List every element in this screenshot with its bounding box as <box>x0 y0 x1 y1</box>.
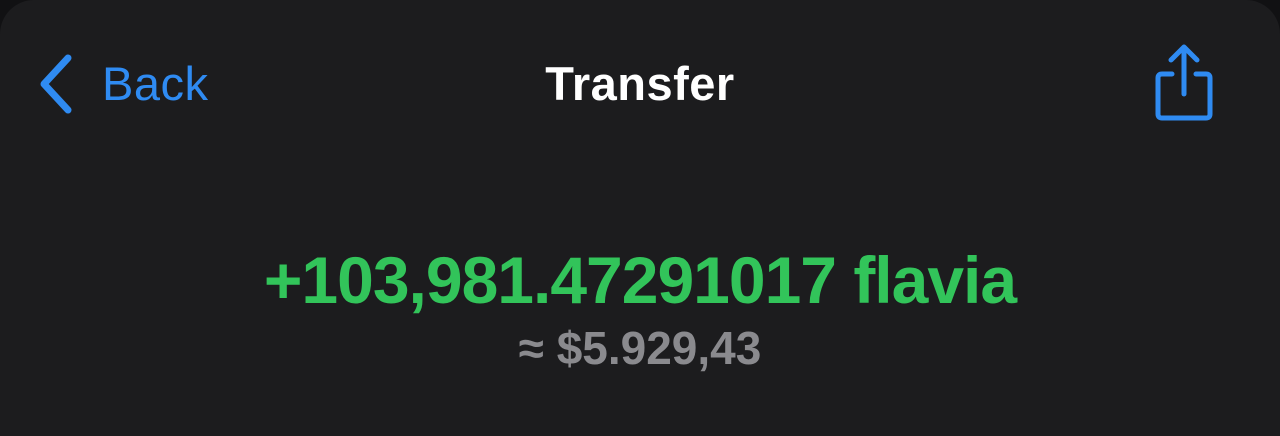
amount-value: +103,981.47291017 <box>263 243 837 317</box>
token-symbol: flavia <box>853 243 1017 317</box>
back-button-label: Back <box>102 57 209 110</box>
approx-symbol: ≈ <box>518 322 544 374</box>
page-title: Transfer <box>545 57 735 110</box>
chevron-left-icon <box>36 52 76 116</box>
transfer-screen: Back Transfer +103,981.47291017 flavia ≈… <box>0 0 1280 436</box>
fiat-value: $5.929,43 <box>556 322 762 374</box>
transfer-amount: +103,981.47291017 flavia <box>0 238 1280 322</box>
fiat-equivalent: ≈ $5.929,43 <box>0 320 1280 376</box>
navigation-bar: Back Transfer <box>0 0 1280 170</box>
transfer-amount-block: +103,981.47291017 flavia ≈ $5.929,43 <box>0 238 1280 376</box>
share-icon <box>1148 40 1220 124</box>
share-button[interactable] <box>1148 40 1220 124</box>
back-button[interactable]: Back <box>36 52 209 116</box>
